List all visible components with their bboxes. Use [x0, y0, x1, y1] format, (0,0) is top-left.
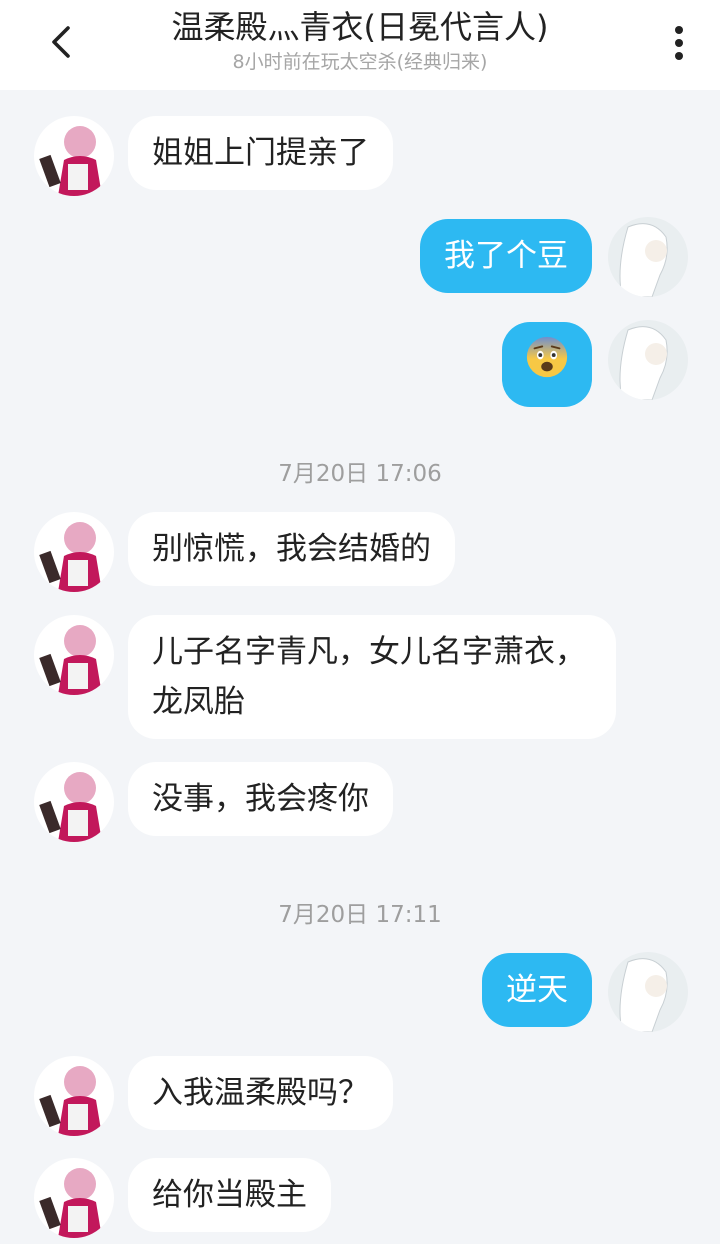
- timestamp-divider: 7月20日 17:06: [278, 461, 442, 487]
- anxious-face-emoji: [524, 334, 570, 395]
- message-bubble[interactable]: 入我温柔殿吗？: [128, 1056, 393, 1130]
- my-avatar[interactable]: [608, 217, 688, 297]
- timestamp-divider: 7月20日 17:11: [278, 902, 442, 928]
- contact-avatar[interactable]: [34, 512, 114, 592]
- contact-avatar[interactable]: [34, 1158, 114, 1238]
- my-avatar[interactable]: [608, 320, 688, 400]
- message-bubble[interactable]: 我了个豆: [420, 219, 592, 293]
- more-vertical-icon: [675, 26, 683, 60]
- title-block: 温柔殿灬青衣(日冕代言人) 8小时前在玩太空杀(经典归来): [120, 6, 600, 76]
- emoji-message-bubble[interactable]: 😨: [502, 322, 592, 407]
- back-button[interactable]: [36, 18, 90, 68]
- contact-status: 8小时前在玩太空杀(经典归来): [232, 51, 488, 73]
- contact-avatar[interactable]: [34, 1056, 114, 1136]
- contact-name: 温柔殿灬青衣(日冕代言人): [171, 8, 549, 46]
- message-bubble[interactable]: 给你当殿主: [128, 1158, 331, 1232]
- message-bubble[interactable]: 逆天: [482, 953, 592, 1027]
- chat-header: 温柔殿灬青衣(日冕代言人) 8小时前在玩太空杀(经典归来): [0, 0, 720, 90]
- contact-avatar[interactable]: [34, 116, 114, 196]
- chevron-left-icon: [52, 26, 70, 58]
- message-bubble[interactable]: 别惊慌，我会结婚的: [128, 512, 455, 586]
- contact-avatar[interactable]: [34, 615, 114, 695]
- message-bubble[interactable]: 儿子名字青凡，女儿名字萧衣，龙凤胎: [128, 615, 616, 739]
- more-options-button[interactable]: [662, 20, 696, 66]
- message-bubble[interactable]: 没事，我会疼你: [128, 762, 393, 836]
- contact-avatar[interactable]: [34, 762, 114, 842]
- message-list[interactable]: 姐姐上门提亲了 我了个豆 7月20日 17:06 别惊慌，我会结婚的 儿子名字青…: [0, 90, 720, 1244]
- message-bubble[interactable]: 姐姐上门提亲了: [128, 116, 393, 190]
- my-avatar[interactable]: [608, 952, 688, 1032]
